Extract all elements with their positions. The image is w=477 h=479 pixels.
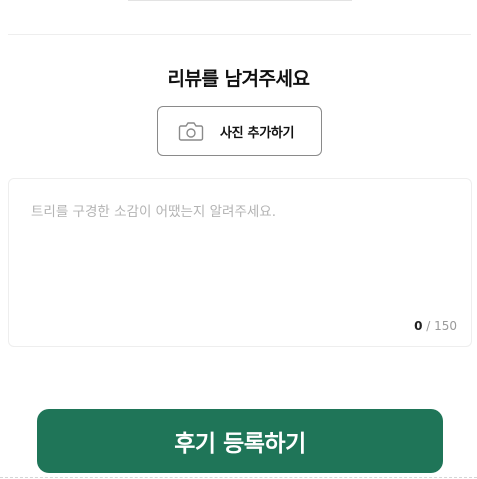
camera-icon [178, 120, 204, 142]
review-heading: 리뷰를 남겨주세요 [167, 68, 310, 90]
review-textarea[interactable] [9, 179, 471, 309]
top-divider-stub [128, 0, 352, 1]
add-photo-button[interactable]: 사진 추가하기 [157, 106, 322, 156]
section-divider [8, 34, 471, 35]
review-textarea-container: 0 / 150 [8, 178, 472, 347]
char-count-separator: / [422, 319, 435, 333]
char-counter: 0 / 150 [414, 319, 457, 333]
bottom-dashed-divider [0, 477, 477, 478]
submit-review-button[interactable]: 후기 등록하기 [37, 409, 443, 473]
char-count-max: 150 [434, 319, 457, 333]
add-photo-label: 사진 추가하기 [220, 125, 295, 141]
